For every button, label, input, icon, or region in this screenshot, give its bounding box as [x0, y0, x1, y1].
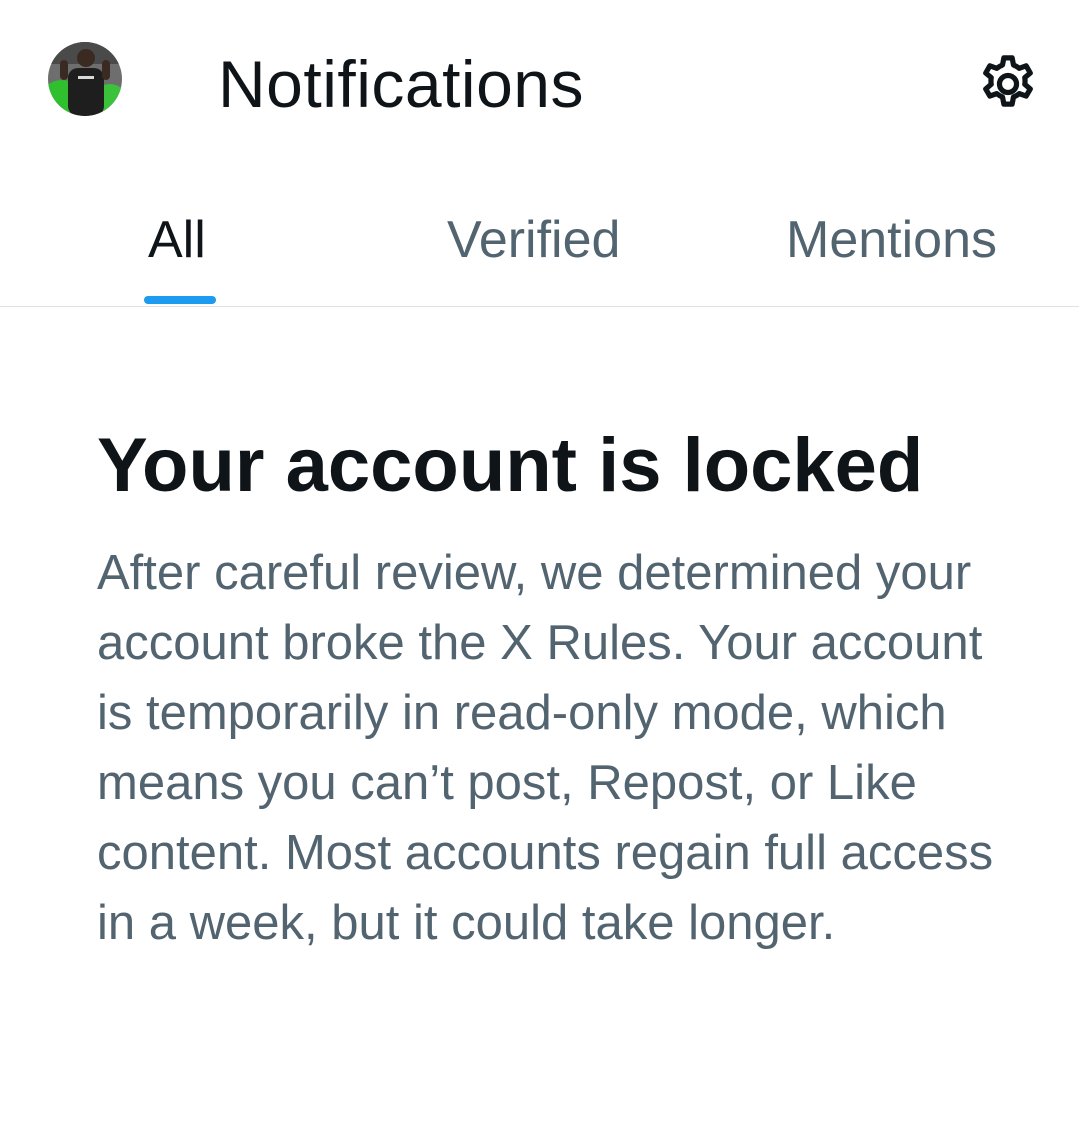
tab-mentions-label: Mentions [786, 211, 997, 269]
tab-verified[interactable]: Verified [360, 170, 720, 306]
tab-verified-label: Verified [447, 211, 621, 269]
account-locked-notice: Your account is locked After careful rev… [97, 418, 1027, 958]
tab-all[interactable]: All [0, 170, 360, 306]
avatar-image [48, 42, 122, 116]
tab-all-label: All [148, 211, 206, 269]
profile-avatar[interactable] [48, 42, 122, 116]
gear-icon [983, 55, 1033, 107]
notice-body: After careful review, we determined your… [97, 546, 994, 950]
notice-title: Your account is locked [97, 423, 924, 508]
notification-tabs: All Verified Mentions [0, 170, 1079, 307]
settings-button[interactable] [968, 44, 1048, 124]
active-tab-indicator [144, 296, 216, 304]
tab-mentions[interactable]: Mentions [720, 170, 1079, 306]
top-app-bar: Notifications [0, 0, 1079, 170]
page-title: Notifications [218, 47, 584, 121]
